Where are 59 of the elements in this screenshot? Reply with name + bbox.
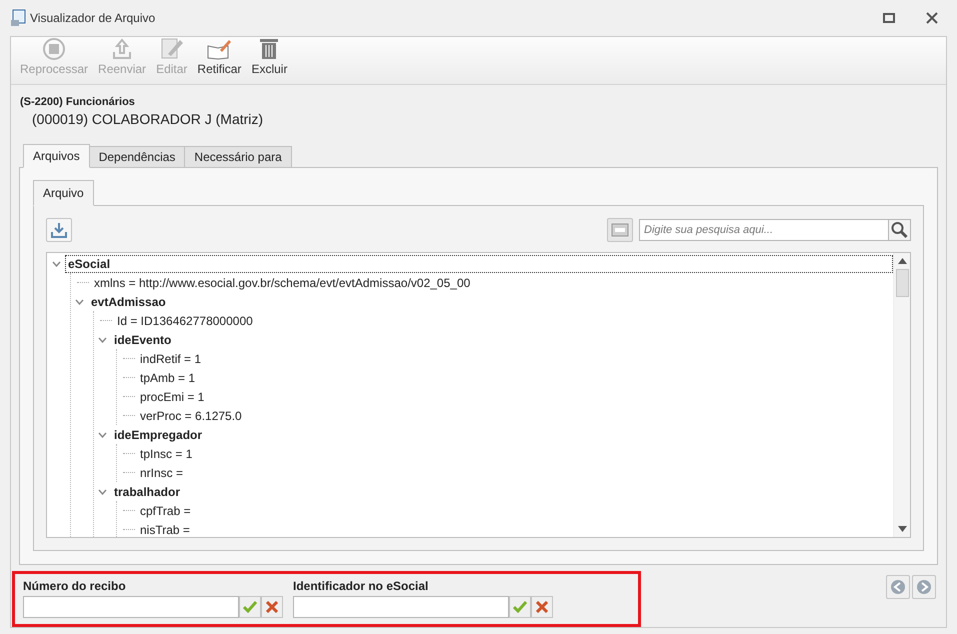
input-field[interactable] xyxy=(23,596,239,618)
confirm-button[interactable] xyxy=(239,596,261,618)
tab[interactable]: Dependências xyxy=(88,146,186,168)
chevron-icon[interactable] xyxy=(98,336,107,342)
tree-item[interactable]: eSocial xyxy=(65,254,893,272)
upload-icon xyxy=(111,38,134,60)
tree-item[interactable]: indRetif = 1 xyxy=(137,350,204,368)
tree-item[interactable]: verProc = 6.1275.0 xyxy=(137,406,245,424)
tab[interactable]: Arquivo xyxy=(33,180,94,206)
chevron-icon[interactable] xyxy=(98,432,107,438)
tree-item[interactable]: evtAdmissao xyxy=(88,292,169,310)
trash-icon xyxy=(259,36,280,60)
tree-item[interactable]: ideEvento xyxy=(111,330,174,348)
confirm-button[interactable] xyxy=(509,596,531,618)
tree-item[interactable]: trabalhador xyxy=(111,482,184,500)
next-button[interactable] xyxy=(912,575,936,599)
tab[interactable]: Arquivos xyxy=(23,144,90,168)
scroll-thumb[interactable] xyxy=(896,269,908,297)
book-pencil-icon xyxy=(206,38,232,60)
scroll-up-icon[interactable] xyxy=(898,258,906,264)
xml-file-icon xyxy=(611,223,629,237)
window-title: Visualizador de Arquivo xyxy=(30,10,156,27)
tree-item[interactable]: tpAmb = 1 xyxy=(137,368,198,386)
field-label: Número do recibo xyxy=(23,578,127,594)
scroll-down-icon[interactable] xyxy=(898,526,906,532)
chevron-icon[interactable] xyxy=(52,260,61,266)
event-title: (S-2200) Funcionários xyxy=(20,95,136,109)
check-icon xyxy=(243,601,257,613)
search-field[interactable]: Digite sua pesquisa aqui... xyxy=(639,219,889,241)
tree-item[interactable]: ideEmpregador xyxy=(111,426,206,444)
previous-button[interactable] xyxy=(886,575,910,599)
cross-icon xyxy=(536,601,548,613)
close-button[interactable] xyxy=(925,11,939,25)
cancel-button[interactable] xyxy=(261,596,283,618)
toolbar-button[interactable]: Excluir xyxy=(246,36,292,78)
search-icon[interactable] xyxy=(889,219,911,241)
check-icon xyxy=(513,601,527,613)
tree-item[interactable]: nrInsc = xyxy=(137,464,186,482)
tree-item[interactable]: procEmi = 1 xyxy=(137,388,208,406)
tree-item[interactable]: Id = ID136462778000000 xyxy=(114,312,256,330)
tree-item[interactable]: cpfTrab = xyxy=(137,502,194,520)
input-field[interactable] xyxy=(293,596,509,618)
tree-item[interactable]: tpInsc = 1 xyxy=(137,444,196,462)
scrollbar[interactable] xyxy=(893,253,910,537)
tree-item[interactable]: nisTrab = xyxy=(137,520,193,537)
chevron-icon[interactable] xyxy=(75,298,84,304)
tree-item[interactable]: xmlns = http://www.esocial.gov.br/schema/evt/evtAdmissao/v02_05_00 xyxy=(91,274,474,292)
download-button[interactable] xyxy=(46,218,72,242)
download-icon xyxy=(51,222,67,238)
tab[interactable]: Necessário para xyxy=(184,146,292,168)
restore-button[interactable] xyxy=(883,13,895,23)
cross-icon xyxy=(266,601,278,613)
document-icon xyxy=(10,9,26,27)
field-label: Identificador no eSocial xyxy=(293,578,430,594)
cancel-button[interactable] xyxy=(531,596,553,618)
employee-name: (000019) COLABORADOR J (Matriz) xyxy=(32,110,264,129)
toolbar-button[interactable]: Retificar xyxy=(192,38,246,78)
chevron-icon[interactable] xyxy=(98,488,107,494)
xml-button[interactable] xyxy=(607,218,633,242)
